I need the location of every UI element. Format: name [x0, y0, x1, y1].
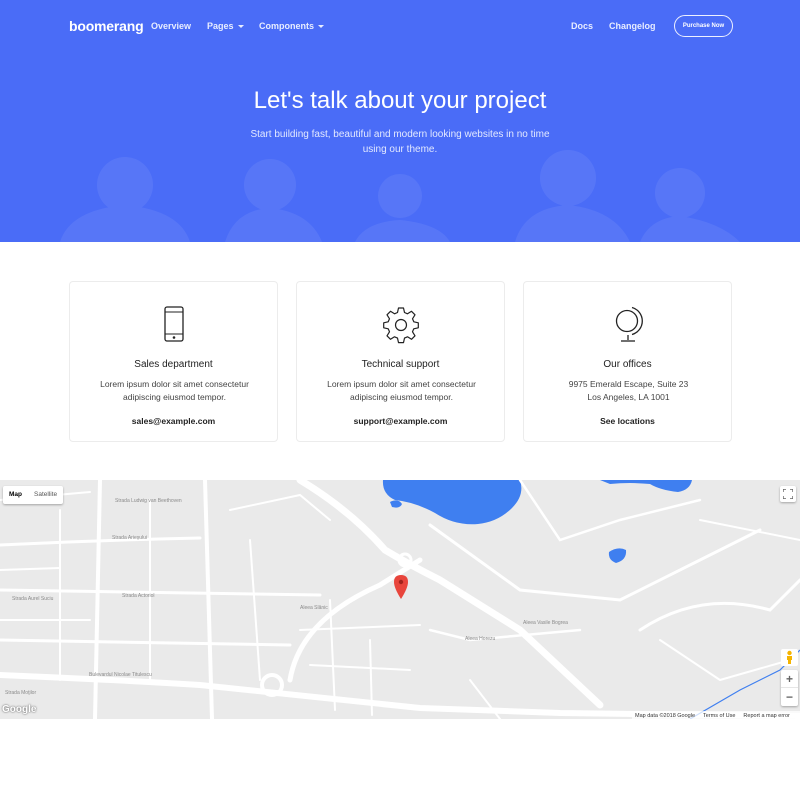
map-type-map-button[interactable]: Map [3, 486, 28, 504]
support-email-link[interactable]: support@example.com [297, 416, 504, 426]
nav-changelog[interactable]: Changelog [609, 21, 656, 31]
sales-email-link[interactable]: sales@example.com [70, 416, 277, 426]
street-label: Strada Moţilor [5, 690, 37, 696]
phone-icon [163, 306, 184, 342]
street-label: Aleea Slănic [300, 605, 328, 611]
hero-section: boomerang Overview Pages Components Docs… [0, 0, 800, 242]
hero-subtitle: Start building fast, beautiful and moder… [250, 129, 550, 155]
map-attribution: Map data ©2018 Google Terms of Use Repor… [632, 711, 800, 720]
nav-pages[interactable]: Pages [207, 21, 244, 31]
top-navbar: boomerang Overview Pages Components Docs… [0, 0, 800, 54]
street-label: Bulevardul Nicolae Titulescu [89, 672, 152, 678]
street-label: Aleea Horezu [465, 636, 496, 642]
pegman-icon[interactable] [781, 649, 798, 666]
card-title: Technical support [361, 359, 440, 370]
google-logo: Google [2, 704, 37, 715]
report-map-error-link[interactable]: Report a map error [743, 713, 789, 719]
map-type-satellite-button[interactable]: Satellite [28, 486, 63, 504]
address-line-2: Los Angeles, LA 1001 [587, 392, 670, 402]
sales-card: Sales department Lorem ipsum dolor sit a… [69, 281, 278, 442]
purchase-now-button[interactable]: Purchase Now [674, 15, 733, 37]
fullscreen-icon [783, 489, 793, 499]
zoom-in-button[interactable]: + [781, 670, 798, 688]
map-marker-icon [394, 575, 408, 599]
offices-card: Our offices 9975 Emerald Escape, Suite 2… [523, 281, 732, 442]
card-text: Lorem ipsum dolor sit amet consectetur a… [327, 379, 476, 402]
street-label: Strada Ludwig van Beethoven [115, 498, 182, 504]
support-card: Technical support Lorem ipsum dolor sit … [296, 281, 505, 442]
chevron-down-icon [237, 25, 244, 29]
fullscreen-button[interactable] [780, 486, 796, 502]
card-title: Our offices [603, 359, 652, 370]
zoom-out-button[interactable]: − [781, 688, 798, 706]
nav-components-label: Components [259, 21, 314, 31]
nav-pages-label: Pages [207, 21, 234, 31]
street-label: Strada Arieșului [112, 535, 148, 541]
gear-icon [382, 307, 419, 344]
map-data-text: Map data ©2018 Google [635, 712, 696, 719]
zoom-control: + − [781, 670, 798, 706]
map-roads [0, 480, 800, 719]
nav-components[interactable]: Components [259, 21, 324, 31]
address-line-1: 9975 Emerald Escape, Suite 23 [568, 379, 689, 389]
google-map[interactable]: Strada Ludwig van Beethoven Strada Arieș… [0, 480, 800, 719]
brand-logo[interactable]: boomerang [69, 18, 144, 34]
hero-title: Let's talk about your project [253, 87, 547, 114]
nav-overview[interactable]: Overview [151, 21, 191, 31]
nav-docs[interactable]: Docs [571, 21, 593, 31]
street-label: Strada Aurel Suciu [12, 596, 54, 602]
card-text: Lorem ipsum dolor sit amet consectetur a… [100, 379, 249, 402]
street-label: Strada Actoriol [122, 593, 155, 599]
map-type-control: Map Satellite [3, 486, 64, 504]
office-address: 9975 Emerald Escape, Suite 23 Los Angele… [539, 378, 718, 404]
street-label: Aleea Vasile Bogrea [523, 620, 568, 626]
card-title: Sales department [134, 359, 213, 370]
terms-of-use-link[interactable]: Terms of Use [703, 713, 735, 719]
chevron-down-icon [318, 25, 324, 29]
see-locations-link[interactable]: See locations [524, 416, 731, 426]
globe-icon [615, 306, 643, 342]
